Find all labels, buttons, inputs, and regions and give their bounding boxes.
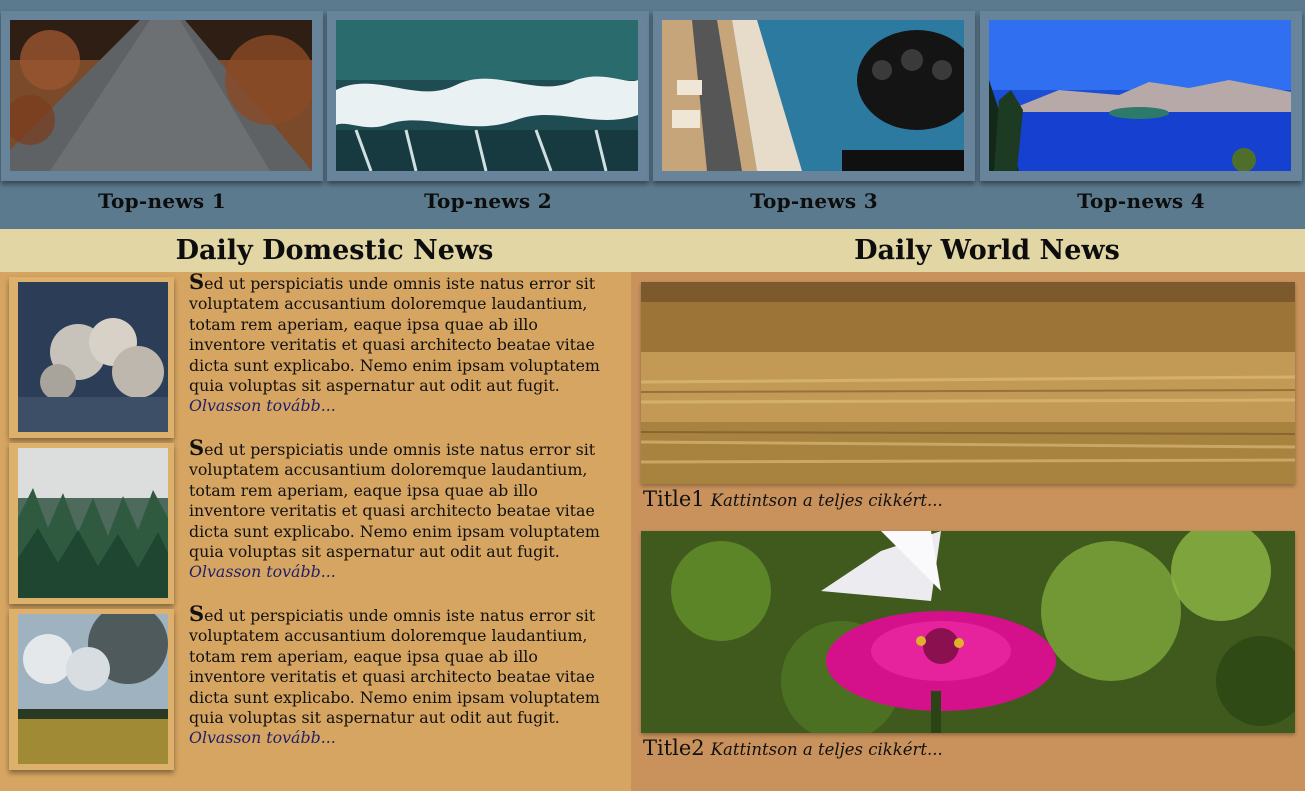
drop-cap: S xyxy=(189,435,205,460)
article-body: ed ut perspiciatis unde omnis iste natus… xyxy=(189,440,600,562)
top-news-card-4[interactable] xyxy=(980,11,1302,181)
full-article-link[interactable]: Kattintson a teljes cikkért... xyxy=(711,740,943,759)
domestic-article-text: Sed ut perspiciatis unde omnis iste natu… xyxy=(189,269,609,417)
world-news-heading: Daily World News xyxy=(669,229,1305,272)
top-news-card-3[interactable] xyxy=(653,11,975,181)
domestic-news-section: Sed ut perspiciatis unde omnis iste natu… xyxy=(0,269,631,791)
read-more-link[interactable]: Olvasson tovább... xyxy=(189,396,336,415)
world-article-title[interactable]: Title2 xyxy=(643,736,705,760)
domestic-news-heading: Daily Domestic News xyxy=(0,229,669,272)
top-news-strip: Top-news 1 Top-news 2 Top-news 3 Top-new… xyxy=(0,0,1305,229)
article-body: ed ut perspiciatis unde omnis iste natus… xyxy=(189,606,600,728)
butterfly-flower-image[interactable] xyxy=(641,531,1295,733)
full-article-link[interactable]: Kattintson a teljes cikkért... xyxy=(711,491,943,510)
article-body: ed ut perspiciatis unde omnis iste natus… xyxy=(189,274,600,396)
top-news-title-4[interactable]: Top-news 4 xyxy=(980,189,1302,213)
top-news-card-2[interactable] xyxy=(327,11,649,181)
world-article-caption: Title1 Kattintson a teljes cikkért... xyxy=(643,486,943,512)
read-more-link[interactable]: Olvasson tovább... xyxy=(189,562,336,581)
domestic-article: Sed ut perspiciatis unde omnis iste natu… xyxy=(0,601,631,770)
domestic-article: Sed ut perspiciatis unde omnis iste natu… xyxy=(0,269,631,438)
domestic-article-text: Sed ut perspiciatis unde omnis iste natu… xyxy=(189,601,609,749)
domestic-thumbnail[interactable] xyxy=(9,609,174,770)
top-news-image-road[interactable] xyxy=(10,20,312,171)
top-news-image-waves[interactable] xyxy=(336,20,638,171)
top-news-image-crater-lake[interactable] xyxy=(989,20,1291,171)
world-article-title[interactable]: Title1 xyxy=(643,487,705,511)
drop-cap: S xyxy=(189,269,205,294)
wheat-field-image[interactable] xyxy=(641,282,1295,484)
forest-image[interactable] xyxy=(18,448,168,598)
top-news-card-1[interactable] xyxy=(1,11,323,181)
domestic-thumbnail[interactable] xyxy=(9,277,174,438)
top-news-title-1[interactable]: Top-news 1 xyxy=(1,189,323,213)
field-sky-image[interactable] xyxy=(18,614,168,764)
world-news-section: Title1 Kattintson a teljes cikkért... Tit… xyxy=(631,272,1305,791)
world-article-caption: Title2 Kattintson a teljes cikkért... xyxy=(643,735,943,761)
clouds-image[interactable] xyxy=(18,282,168,432)
read-more-link[interactable]: Olvasson tovább... xyxy=(189,728,336,747)
domestic-article: Sed ut perspiciatis unde omnis iste natu… xyxy=(0,435,631,604)
drop-cap: S xyxy=(189,601,205,626)
top-news-title-3[interactable]: Top-news 3 xyxy=(653,189,975,213)
domestic-article-text: Sed ut perspiciatis unde omnis iste natu… xyxy=(189,435,609,583)
domestic-thumbnail[interactable] xyxy=(9,443,174,604)
top-news-title-2[interactable]: Top-news 2 xyxy=(327,189,649,213)
top-news-image-helicopter-coast[interactable] xyxy=(662,20,964,171)
